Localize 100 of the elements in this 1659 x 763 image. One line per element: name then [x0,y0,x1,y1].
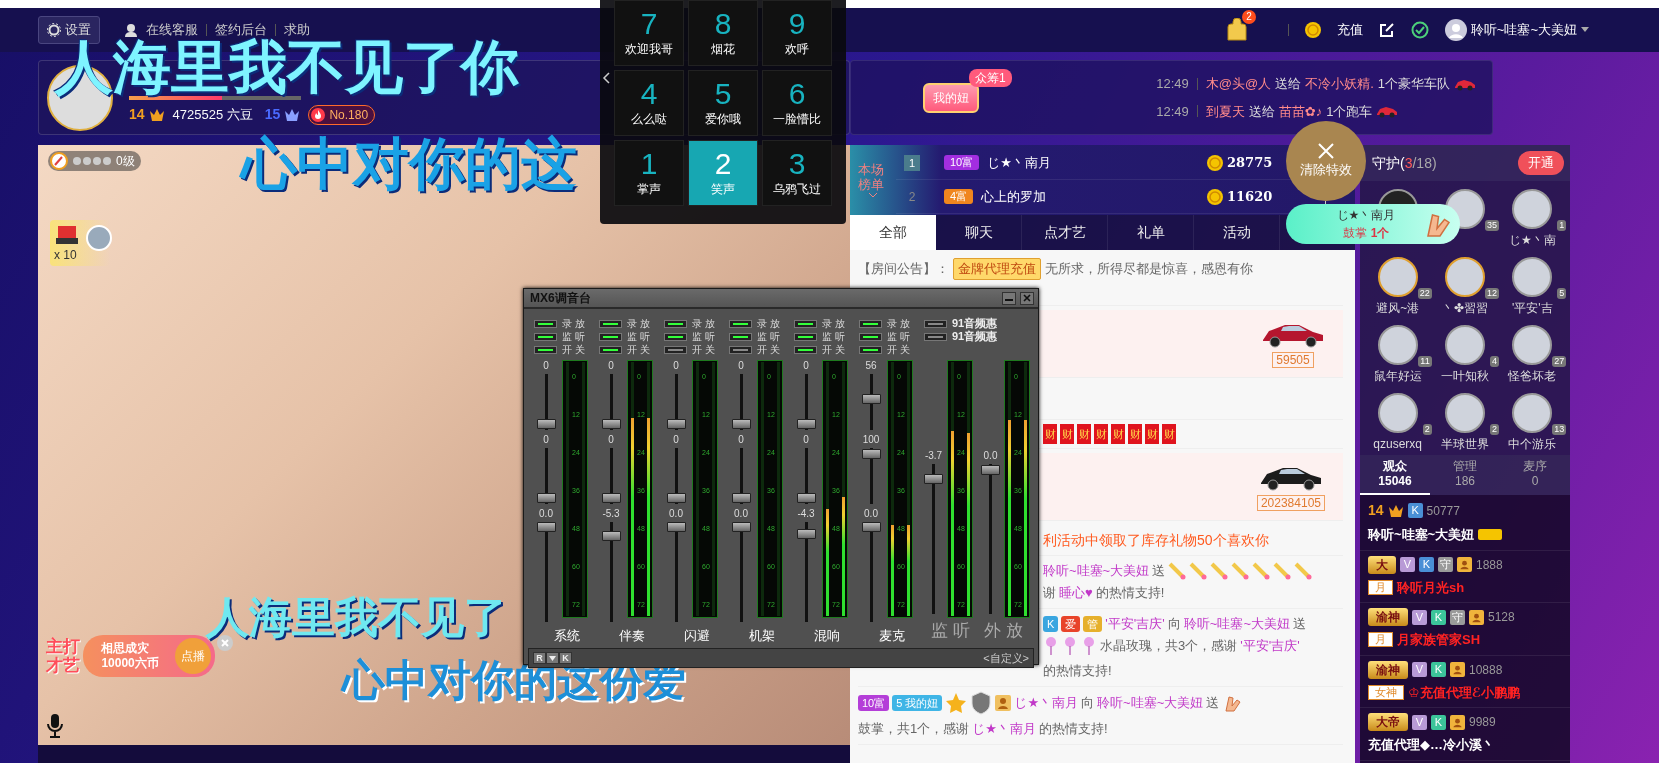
guard-name[interactable]: 半球世界 [1441,435,1489,453]
user-name[interactable]: じ★丶南月 [987,152,1051,173]
user-name[interactable]: じ★丶南月 [1014,691,1079,714]
slider-thumb[interactable] [796,493,816,504]
close-button[interactable] [1020,291,1034,305]
slider-thumb[interactable] [796,529,816,539]
toggle-switch[interactable] [729,332,752,341]
user-name[interactable]: 聆听~哇塞~大美妞 [1368,525,1475,545]
avatar-circle[interactable] [1445,325,1485,365]
toggle-switch[interactable] [794,345,817,354]
toggle-switch[interactable] [534,332,557,341]
effect-button[interactable]: 6 一脸懵比 [762,70,832,136]
user-name[interactable]: '平安'吉庆' [1240,634,1300,657]
guard-name[interactable]: 中个游乐 [1508,435,1557,453]
guard-name[interactable]: 鼠年好运 [1373,367,1422,385]
guard-name[interactable]: じ★丶南 [1508,231,1556,249]
slider-thumb[interactable] [796,419,816,430]
slider-thumb[interactable] [861,448,881,459]
audience-tab[interactable]: 麦序 0 [1500,455,1570,495]
avatar-circle[interactable] [1512,325,1553,365]
toggle-switch[interactable] [534,319,557,328]
recharge-link[interactable]: 充值 [1336,20,1363,40]
slider-thumb[interactable] [861,522,881,532]
user-name[interactable]: '平安'吉庆' [1105,612,1165,635]
user-name[interactable]: 睡心♥ [1059,581,1093,604]
user-name[interactable]: 充值代理◆…冷小溪丶 [1368,735,1495,755]
avatar-circle[interactable] [1377,393,1418,433]
avatar-circle[interactable] [1445,393,1485,433]
guard-name[interactable]: 丶✤習習 [1441,299,1488,317]
slider-thumb[interactable] [601,531,621,541]
slider-thumb[interactable] [731,522,751,532]
edit-icon[interactable] [1378,22,1395,38]
karaoke-button[interactable]: K [559,652,572,664]
slider-thumb[interactable] [666,522,686,532]
toggle-switch[interactable] [664,345,687,354]
slider-thumb[interactable] [924,474,943,484]
slider-thumb[interactable] [536,419,556,430]
effect-button[interactable]: 9 欢呼 [762,0,832,66]
guard-name[interactable]: 避风~港 [1376,299,1420,317]
audience-tab[interactable]: 管理 186 [1430,455,1500,495]
chat-tab[interactable]: 全部 [850,215,936,250]
toggle-switch[interactable] [534,345,557,354]
slider-thumb[interactable] [536,522,556,532]
effect-button[interactable]: 5 爱你哦 [688,70,758,136]
slider-thumb[interactable] [731,493,751,504]
caret-icon[interactable] [1581,27,1589,33]
user-name[interactable]: 聆听~哇塞~大美妞 [1183,612,1290,635]
guard-name[interactable]: 怪爸坏老 [1508,367,1557,385]
toggle-switch[interactable] [664,319,687,328]
slider-thumb[interactable] [861,393,881,404]
effect-button[interactable]: 7 欢迎我哥 [614,0,684,66]
chevron-left-icon[interactable] [602,72,610,84]
toggle-switch[interactable] [664,332,687,341]
activate-button[interactable]: 开通 [1518,151,1564,175]
slider-thumb[interactable] [666,419,686,430]
toggle-switch[interactable] [729,345,752,354]
user-name[interactable]: 聆听月光sh [1397,577,1465,597]
effect-button[interactable]: 3 乌鸦飞过 [762,140,832,206]
toggle-switch[interactable] [794,332,817,341]
slider-thumb[interactable] [601,493,621,504]
toggle-switch[interactable] [859,345,882,354]
effect-button[interactable]: 1 掌声 [614,140,684,206]
effect-button[interactable]: 8 烟花 [688,0,758,66]
nav-link[interactable]: 在线客服 [146,20,198,40]
avatar-circle[interactable] [1377,325,1418,365]
slider-thumb[interactable] [731,419,751,430]
username[interactable]: 聆听~哇塞~大美妞 [1470,20,1577,40]
avatar-circle[interactable] [1512,189,1553,229]
nav-link[interactable]: 求助 [284,20,310,40]
check-circle-icon[interactable] [1410,21,1429,39]
avatar-icon[interactable] [1444,19,1467,41]
user-name[interactable]: ♔充值代理ℰ小鹏鹏 [1408,682,1521,702]
avatar-circle[interactable] [1512,257,1553,297]
dropdown-button[interactable] [546,652,559,664]
slider-thumb[interactable] [536,493,556,504]
user-name[interactable]: 月家族管家SH [1397,630,1481,650]
slider-thumb[interactable] [666,493,686,504]
toggle-switch[interactable] [859,332,882,341]
microphone-icon[interactable] [46,713,64,739]
guard-name[interactable]: 一叶知秋 [1441,367,1489,385]
toggle-switch[interactable] [859,319,882,328]
toggle-switch[interactable] [924,332,947,341]
toggle-switch[interactable] [729,319,752,328]
slider-thumb[interactable] [601,419,621,430]
avatar-circle[interactable] [1377,257,1418,297]
toggle-switch[interactable] [924,319,947,328]
guard-name[interactable]: '平安'吉 [1512,299,1553,317]
user-name[interactable]: 聆听~哇塞~大美妞 [1043,559,1150,582]
toggle-switch[interactable] [794,319,817,328]
user-name[interactable]: じ★丶南月 [972,717,1036,740]
custom-preset-link[interactable]: <自定义> [983,649,1029,667]
user-name[interactable]: 心上的罗加 [981,186,1047,207]
backpack-icon[interactable] [1225,18,1248,42]
user-name[interactable]: 聆听~哇塞~大美妞 [1097,691,1204,714]
minimize-button[interactable] [1002,291,1016,305]
guard-name[interactable]: qzuserxq [1373,435,1422,453]
avatar-circle[interactable] [1512,393,1553,433]
effect-button[interactable]: 4 么么哒 [614,70,684,136]
slider-thumb[interactable] [981,465,1000,475]
toggle-switch[interactable] [599,345,622,354]
